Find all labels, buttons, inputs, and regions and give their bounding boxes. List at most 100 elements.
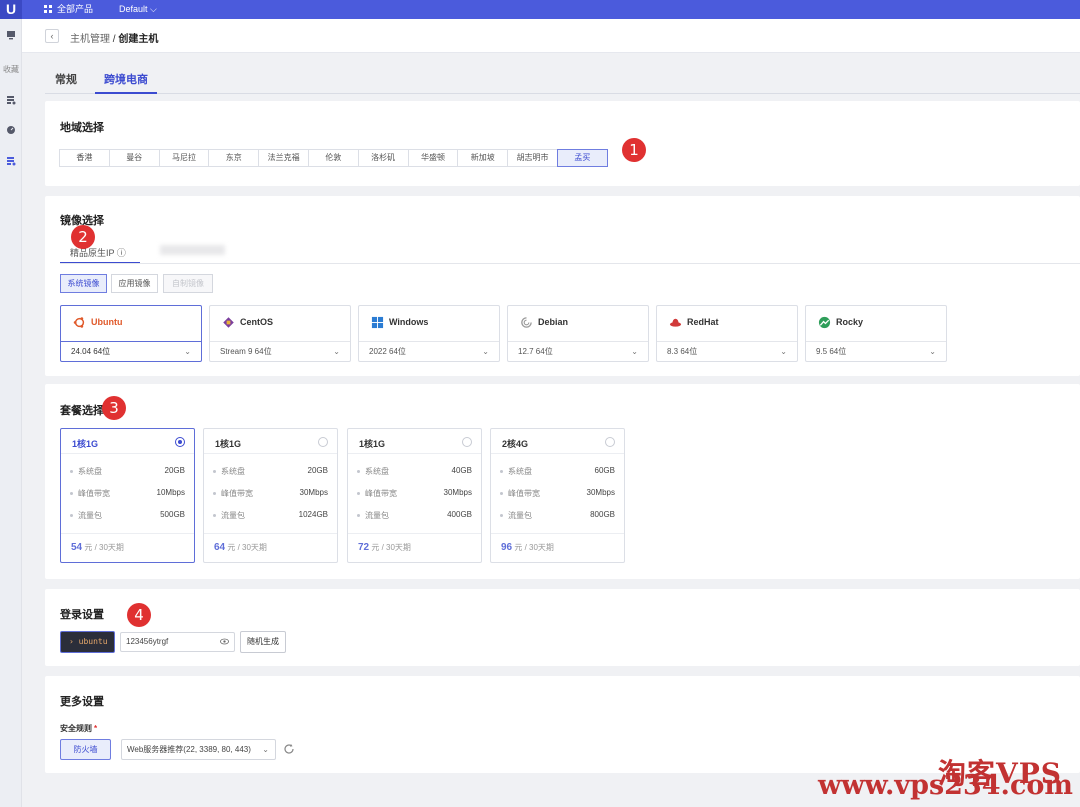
rocky-icon xyxy=(818,316,831,329)
segment-custom-image: 自制镜像 xyxy=(163,274,213,293)
os-version-select-redhat[interactable]: 8.3 64位 ⌄ xyxy=(657,341,797,362)
brand-logo[interactable]: U xyxy=(0,0,22,19)
security-rule-select[interactable]: Web服务器推荐(22, 3389, 80, 443) ⌄ xyxy=(121,739,276,760)
sidebar-collect-label[interactable]: 收藏 xyxy=(2,64,20,75)
segment-system-image[interactable]: 系统镜像 xyxy=(60,274,107,293)
divider xyxy=(61,453,194,454)
region-ho-chi-minh[interactable]: 胡志明市 xyxy=(507,149,558,167)
back-button[interactable]: ‹ xyxy=(45,29,59,43)
os-version-select-ubuntu[interactable]: 24.04 64位 ⌄ xyxy=(61,341,201,362)
annotation-badge-3: 3 xyxy=(102,396,126,420)
plan-name: 1核1G xyxy=(72,439,99,449)
bullet-icon xyxy=(500,514,503,517)
top-bar: U 全部产品 Default ⌵ xyxy=(0,0,1080,19)
all-products-label: 全部产品 xyxy=(57,4,94,14)
plan-radio[interactable] xyxy=(318,437,328,447)
dashboard-icon[interactable] xyxy=(6,125,16,135)
plan-price: 64 元 / 30天期 xyxy=(204,533,337,562)
bullet-icon xyxy=(70,514,73,517)
breadcrumb-host-management[interactable]: 主机管理 xyxy=(70,34,110,45)
os-version-select-windows[interactable]: 2022 64位 ⌄ xyxy=(359,341,499,362)
os-card-ubuntu[interactable]: Ubuntu 24.04 64位 ⌄ xyxy=(60,305,202,362)
project-selector[interactable]: Default ⌵ xyxy=(119,0,157,19)
region-hongkong[interactable]: 香港 xyxy=(59,149,110,167)
region-singapore[interactable]: 新加坡 xyxy=(457,149,509,167)
password-field[interactable]: 123456ytrgf xyxy=(120,632,235,652)
bullet-icon xyxy=(213,470,216,473)
region-mumbai[interactable]: 孟买 xyxy=(556,149,608,167)
server-list-icon[interactable] xyxy=(6,95,16,105)
tab-premium-native-ip[interactable]: 精品原生IP ⓘ xyxy=(60,244,140,264)
annotation-badge-2: 2 xyxy=(71,225,95,249)
plan-radio[interactable] xyxy=(605,437,615,447)
os-card-windows[interactable]: Windows 2022 64位 ⌄ xyxy=(358,305,500,362)
region-washington[interactable]: 华盛顿 xyxy=(407,149,459,167)
spec-bandwidth: 峰值带宽 30Mbps xyxy=(500,488,615,499)
all-products-menu[interactable]: 全部产品 xyxy=(44,0,93,19)
plan-price-unit: 元 / 30天期 xyxy=(371,543,411,552)
spec-disk: 系统盘 20GB xyxy=(213,466,328,477)
spec-traffic-value: 500GB xyxy=(160,510,185,519)
image-panel: 镜像选择 精品原生IP ⓘ 系统镜像 应用镜像 自制镜像 Ubuntu 24.0… xyxy=(45,196,1080,376)
spec-bandwidth-label: 峰值带宽 xyxy=(508,489,540,498)
page-header: ‹ 主机管理 / 创建主机 xyxy=(22,19,1080,53)
os-card-centos[interactable]: CentOS Stream 9 64位 ⌄ xyxy=(209,305,351,362)
plan-price-unit: 元 / 30天期 xyxy=(227,543,267,552)
region-los-angeles[interactable]: 洛杉矶 xyxy=(357,149,409,167)
os-card-redhat[interactable]: RedHat 8.3 64位 ⌄ xyxy=(656,305,798,362)
plan-price-value: 96 xyxy=(501,542,513,553)
plan-radio[interactable] xyxy=(462,437,472,447)
plan-price-value: 54 xyxy=(71,542,83,553)
os-card-rocky[interactable]: Rocky 9.5 64位 ⌄ xyxy=(805,305,947,362)
more-settings-title: 更多设置 xyxy=(60,696,104,708)
region-panel: 地域选择 香港 曼谷 马尼拉 东京 法兰克福 伦敦 洛杉矶 华盛顿 新加坡 胡志… xyxy=(45,101,1080,186)
plan-card[interactable]: 2核4G 系统盘 60GB 峰值带宽 30Mbps 流量包 800GB 96 元 / … xyxy=(490,428,625,563)
monitor-icon[interactable] xyxy=(6,30,16,40)
os-name-rocky: Rocky xyxy=(836,317,864,327)
annotation-badge-4: 4 xyxy=(127,603,151,627)
plan-price: 72 元 / 30天期 xyxy=(348,533,481,562)
divider xyxy=(348,453,481,454)
more-settings-panel: 更多设置 安全规则 * 防火墙 Web服务器推荐(22, 3389, 80, 44… xyxy=(45,676,1080,773)
refresh-icon[interactable] xyxy=(283,743,295,755)
divider xyxy=(491,453,624,454)
username-field[interactable]: › ubuntu xyxy=(60,631,115,653)
plan-radio[interactable] xyxy=(175,437,185,447)
type-tabs: 常规 跨境电商 xyxy=(45,66,1080,94)
breadcrumb-current: 创建主机 xyxy=(118,34,159,45)
tab-general[interactable]: 常规 xyxy=(55,66,77,94)
security-rule-text: 安全规则 xyxy=(60,724,92,733)
spec-traffic-label: 流量包 xyxy=(78,511,102,520)
plan-name: 2核4G xyxy=(502,439,529,449)
region-london[interactable]: 伦敦 xyxy=(307,149,359,167)
tab-cross-border-ecommerce[interactable]: 跨境电商 xyxy=(95,66,157,94)
security-rule-value: Web服务器推荐(22, 3389, 80, 443) xyxy=(127,745,251,754)
plan-name: 1核1G xyxy=(359,439,386,449)
os-version-select-centos[interactable]: Stream 9 64位 ⌄ xyxy=(210,341,350,362)
eye-icon[interactable] xyxy=(220,637,229,646)
region-manila[interactable]: 马尼拉 xyxy=(158,149,210,167)
region-bangkok[interactable]: 曼谷 xyxy=(108,149,160,167)
chevron-down-icon: ⌄ xyxy=(780,347,787,356)
region-frankfurt[interactable]: 法兰克福 xyxy=(258,149,309,167)
os-card-debian[interactable]: Debian 12.7 64位 ⌄ xyxy=(507,305,649,362)
os-version-select-debian[interactable]: 12.7 64位 ⌄ xyxy=(508,341,648,362)
host-management-icon[interactable] xyxy=(6,156,16,166)
os-version-select-rocky[interactable]: 9.5 64位 ⌄ xyxy=(806,341,946,362)
plan-price-unit: 元 / 30天期 xyxy=(84,543,124,552)
plan-title: 套餐选择 xyxy=(60,405,104,417)
os-version-ubuntu: 24.04 64位 xyxy=(71,347,111,356)
random-generate-button[interactable]: 随机生成 xyxy=(240,631,286,653)
plan-card[interactable]: 1核1G 系统盘 20GB 峰值带宽 10Mbps 流量包 500GB 54 元 / … xyxy=(60,428,195,563)
spec-bandwidth-value: 10Mbps xyxy=(156,488,185,497)
login-panel: 登录设置 › ubuntu 123456ytrgf 随机生成 xyxy=(45,589,1080,666)
plan-card[interactable]: 1核1G 系统盘 40GB 峰值带宽 30Mbps 流量包 400GB 72 元 / … xyxy=(347,428,482,563)
spec-disk: 系统盘 40GB xyxy=(357,466,472,477)
os-version-windows: 2022 64位 xyxy=(369,347,406,356)
segment-app-image[interactable]: 应用镜像 xyxy=(111,274,158,293)
region-tokyo[interactable]: 东京 xyxy=(208,149,260,167)
plan-card[interactable]: 1核1G 系统盘 20GB 峰值带宽 30Mbps 流量包 1024GB 64 元 /… xyxy=(203,428,338,563)
plan-name: 1核1G xyxy=(215,439,242,449)
firewall-button[interactable]: 防火墙 xyxy=(60,739,111,760)
chevron-down-icon: ⌄ xyxy=(631,347,638,356)
